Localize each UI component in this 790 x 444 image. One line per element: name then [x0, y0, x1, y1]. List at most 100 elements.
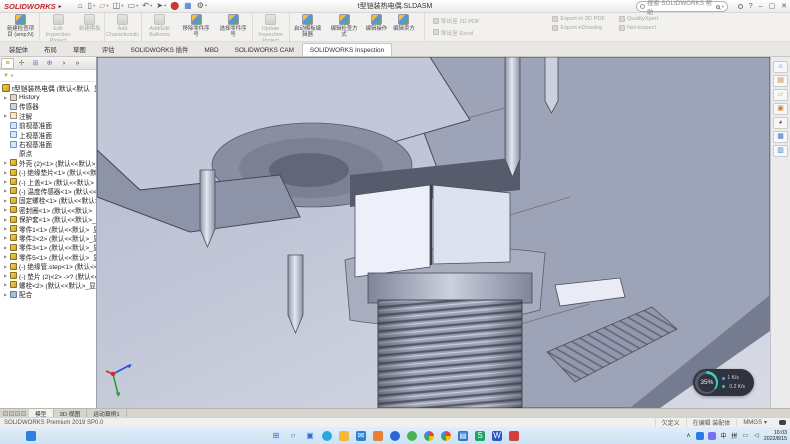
- ime-mode-icon[interactable]: 拼: [731, 432, 738, 440]
- featuremanager-tab[interactable]: ≡: [1, 58, 14, 69]
- qualityxpert-button[interactable]: QualityXpert: [619, 16, 658, 22]
- home-icon[interactable]: ⌂: [78, 2, 84, 10]
- expand-arrow-icon[interactable]: ▶: [3, 160, 8, 165]
- displaymanager-tab[interactable]: ◑: [57, 58, 70, 69]
- word-icon[interactable]: W: [492, 431, 502, 441]
- tab-solidworks-addins[interactable]: SOLIDWORKS 插件: [123, 41, 197, 56]
- tree-item[interactable]: ▶ 零件1<1> (默认<<默认>_显示状: [0, 224, 96, 233]
- volume-icon[interactable]: ◁: [753, 432, 760, 440]
- net-inspect-button[interactable]: Net-Inspect: [619, 25, 658, 31]
- units-selector[interactable]: MMGS▾: [736, 419, 773, 426]
- help-search-box[interactable]: 搜索 SOLIDWORKS 帮助 ▾: [636, 1, 728, 12]
- dropdown-arrow-icon[interactable]: ▾: [150, 2, 152, 10]
- expand-arrow-icon[interactable]: ▶: [3, 95, 8, 100]
- options-gear-icon[interactable]: ⚙▾: [197, 2, 207, 10]
- panel-tab-overflow[interactable]: »: [71, 58, 84, 69]
- tree-item[interactable]: ▶ (-) 垫片 (2)<2> ->? (默认<<默认>_: [0, 271, 96, 280]
- expand-arrow-icon[interactable]: ▶: [3, 179, 8, 184]
- edge-icon[interactable]: [322, 431, 332, 441]
- select-balloon-sequence-button[interactable]: 选择零件序号: [215, 13, 252, 41]
- tree-item[interactable]: ▶ History: [0, 92, 96, 101]
- edit-operations-button[interactable]: 编辑操作: [363, 13, 391, 41]
- tab-sketch[interactable]: 草图: [65, 41, 94, 56]
- file-explorer-icon[interactable]: [339, 431, 349, 441]
- appearances-scenes-icon[interactable]: ◕: [773, 117, 788, 129]
- performance-overlay[interactable]: 35% 1 K/s 0.2 K/s: [693, 369, 754, 396]
- new-inspection-project-button[interactable]: 新建检查项目 (amp;N): [2, 13, 39, 41]
- expand-arrow-icon[interactable]: ▶: [3, 254, 8, 259]
- save-icon[interactable]: ◫▾: [113, 2, 124, 10]
- tree-item[interactable]: ▶ (-) 上盖<1> (默认<<默认>_显示状: [0, 177, 96, 186]
- orange-app-icon[interactable]: [373, 431, 383, 441]
- restore-button[interactable]: ▢: [769, 2, 776, 10]
- dropdown-arrow-icon[interactable]: ▾: [136, 2, 138, 10]
- tab-model[interactable]: 模型: [29, 409, 54, 417]
- chat-bubble-icon[interactable]: [779, 420, 786, 425]
- menu-expand-arrow-icon[interactable]: ▸: [59, 3, 62, 10]
- tray-chevron-icon[interactable]: ∧: [685, 432, 692, 440]
- security-shield-icon[interactable]: [708, 432, 716, 440]
- dropdown-arrow-icon[interactable]: ▾: [106, 2, 108, 10]
- tree-item[interactable]: ▶ 配合: [0, 290, 96, 299]
- tab-solidworks-inspection[interactable]: SOLIDWORKS Inspection: [302, 43, 392, 56]
- search-dropdown-arrow-icon[interactable]: ▾: [722, 4, 724, 10]
- export-excel-button[interactable]: 导出至 Excel: [433, 28, 539, 37]
- tree-item[interactable]: 上视基准面: [0, 130, 96, 139]
- design-library-icon[interactable]: ▤: [773, 75, 788, 87]
- filter-funnel-icon[interactable]: ▼: [3, 73, 9, 79]
- expand-arrow-icon[interactable]: ▶: [3, 245, 8, 250]
- expand-arrow-icon[interactable]: ▶: [3, 198, 8, 203]
- tab-evaluate[interactable]: 评估: [94, 41, 123, 56]
- tab-assembly[interactable]: 装配体: [1, 41, 36, 56]
- forum-icon[interactable]: ▥: [773, 145, 788, 157]
- solidworks-resources-icon[interactable]: ⌂: [773, 61, 788, 73]
- blue-circle-app-icon[interactable]: [390, 431, 400, 441]
- clock[interactable]: 16:03 2022/8/15: [764, 430, 787, 442]
- select-arrow-icon[interactable]: ➤▾: [156, 2, 166, 10]
- expand-arrow-icon[interactable]: ▶: [3, 113, 8, 118]
- dropdown-arrow-icon[interactable]: ▾: [121, 2, 123, 10]
- dimxpertmanager-tab[interactable]: ⊕: [43, 58, 56, 69]
- open-icon[interactable]: ▱▾: [99, 2, 108, 10]
- expand-arrow-icon[interactable]: ▶: [3, 188, 8, 193]
- launch-template-editor-button[interactable]: 启动模板编辑器: [289, 13, 326, 41]
- custom-properties-icon[interactable]: ▦: [773, 131, 788, 143]
- remove-balloon-sequence-button[interactable]: 移除零件序号: [178, 13, 215, 41]
- print-icon[interactable]: ▭▾: [127, 2, 138, 10]
- graphics-viewport[interactable]: 35% 1 K/s 0.2 K/s: [97, 57, 770, 408]
- expand-arrow-icon[interactable]: ▶: [3, 170, 8, 175]
- cast-monitor-icon[interactable]: ▭: [742, 432, 749, 440]
- task-view-icon[interactable]: ▣: [305, 431, 315, 441]
- tree-item[interactable]: 原点: [0, 149, 96, 158]
- export-2d-pdf-button[interactable]: 导出至 2D PDF: [433, 16, 539, 25]
- blue-notes-app-icon[interactable]: ▤: [458, 431, 468, 441]
- configurationmanager-tab[interactable]: ⊞: [29, 58, 42, 69]
- export-edrawing-button[interactable]: Export eDrawing: [552, 25, 605, 31]
- expand-arrow-icon[interactable]: ▶: [3, 226, 8, 231]
- tree-filter-bar[interactable]: ▼ ▾: [0, 70, 96, 82]
- tree-root-item[interactable]: t型铠装热电偶 (默认<默认_显示状态-1>: [0, 83, 96, 92]
- expand-arrow-icon[interactable]: ▶: [3, 264, 8, 269]
- propertymanager-tab[interactable]: ✛: [15, 58, 28, 69]
- start-icon[interactable]: ⊞: [271, 431, 281, 441]
- add-characteristic-button[interactable]: Add Characteristic: [104, 13, 141, 41]
- close-button[interactable]: ✕: [781, 2, 787, 10]
- red-app-icon[interactable]: [509, 431, 519, 441]
- tab-solidworks-cam[interactable]: SOLIDWORKS CAM: [227, 43, 302, 56]
- filter-dropdown-arrow-icon[interactable]: ▾: [11, 73, 13, 79]
- undo-icon[interactable]: ↶▾: [142, 2, 152, 10]
- tree-item[interactable]: ▶ 密封圈<1> (默认<<默认>_显示状: [0, 205, 96, 214]
- tab-3d-views[interactable]: 3D 视图: [54, 409, 88, 417]
- tree-item[interactable]: 前视基准面: [0, 121, 96, 130]
- expand-arrow-icon[interactable]: ▶: [3, 292, 8, 297]
- cad-model-render[interactable]: [97, 57, 770, 408]
- tree-item[interactable]: 右视基准面: [0, 139, 96, 148]
- expand-arrow-icon[interactable]: ▶: [3, 273, 8, 278]
- display-settings-icon[interactable]: ▦: [184, 2, 193, 10]
- widgets-icon[interactable]: [26, 431, 36, 441]
- green-s-app-icon[interactable]: S: [475, 431, 485, 441]
- update-inspection-project-button[interactable]: Update Inspection Project: [252, 13, 289, 41]
- tab-mbd[interactable]: MBD: [196, 43, 226, 56]
- tree-item[interactable]: ▶ (-) 绝缘垫片<1> (默认<<默认>_显: [0, 168, 96, 177]
- search-icon[interactable]: ○: [288, 431, 298, 441]
